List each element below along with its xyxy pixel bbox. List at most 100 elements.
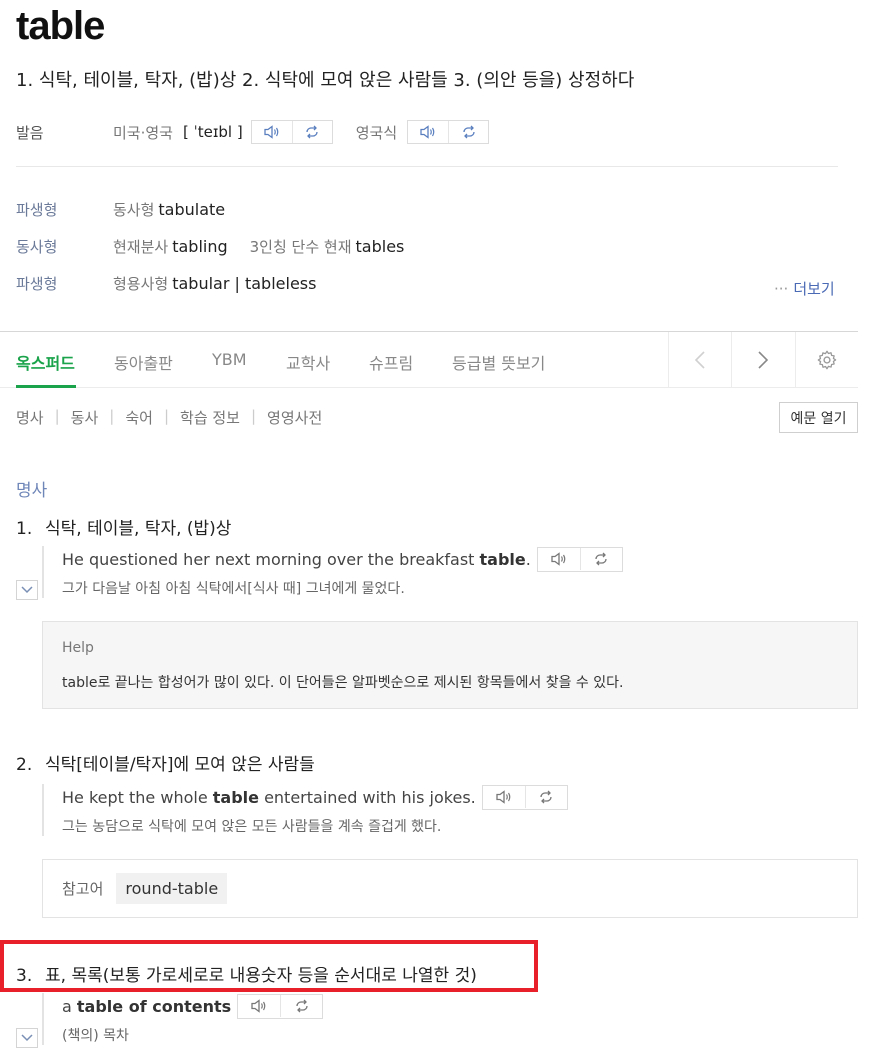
reference-box: 참고어 round-table [42, 859, 858, 918]
meaning-summary: 1. 식탁, 테이블, 탁자, (밥)상 2. 식탁에 모여 앉은 사람들 3.… [16, 70, 635, 91]
reference-label: 참고어 [62, 880, 104, 898]
example-keyword: table [212, 787, 259, 807]
chevron-down-icon [21, 1034, 33, 1042]
divider [16, 166, 838, 167]
repeat-pronunciation-button[interactable] [291, 121, 332, 143]
section-nav-idiom[interactable]: 숙어 [125, 407, 153, 428]
tab-level-meaning[interactable]: 등급별 뜻보기 [452, 350, 545, 374]
repeat-icon [462, 125, 475, 139]
form-link-tabling[interactable]: tabling [172, 237, 227, 256]
repeat-british-button[interactable] [448, 121, 488, 143]
separator: | [163, 407, 170, 425]
sense-2: 2. 식탁[테이블/탁자]에 모여 앉은 사람들 [16, 750, 315, 775]
form-label: 동사형 [16, 238, 58, 256]
form-label: 파생형 [16, 275, 58, 293]
example-translation: 그는 농담으로 식탁에 모여 앉은 모든 사람들을 계속 즐겁게 했다. [62, 819, 442, 835]
settings-button[interactable] [795, 332, 858, 388]
tab-kyohaksa[interactable]: 교학사 [286, 350, 330, 374]
repeat-icon [540, 790, 552, 804]
example-text: He kept the whole [62, 787, 213, 807]
british-label: 영국식 [355, 123, 398, 142]
sense-number: 2. [16, 755, 33, 775]
form-row-derivative-verb: 파생형 동사형 tabulate [16, 199, 225, 220]
example-3: a table of contents (책의) 목차 [42, 993, 324, 1045]
repeat-example-button[interactable] [579, 548, 622, 570]
separator: | [250, 407, 257, 425]
tab-oxford[interactable]: 옥스퍼드 [16, 350, 75, 374]
sense-number: 1. [16, 519, 33, 539]
form-type: 현재분사 [113, 238, 169, 256]
form-type: 3인칭 단수 현재 [249, 238, 352, 256]
reference-link[interactable]: round-table [116, 873, 228, 904]
us-audio-controls [250, 120, 333, 144]
play-example-button[interactable] [538, 548, 580, 570]
form-link-tabular[interactable]: tabular | tableless [172, 274, 316, 293]
pronunciation-label: 발음 [16, 123, 44, 142]
form-link-tables[interactable]: tables [356, 237, 405, 256]
form-row-derivative-adjective: 파생형 형용사형 tabular | tableless [16, 273, 316, 294]
repeat-example-button[interactable] [280, 995, 322, 1017]
play-british-button[interactable] [408, 121, 448, 143]
example-audio-controls [481, 784, 568, 810]
section-nav-verb[interactable]: 동사 [71, 407, 99, 428]
gear-icon [817, 350, 837, 370]
more-link[interactable]: ··· 더보기 [774, 278, 835, 299]
help-title: Help [62, 640, 94, 656]
example-sentence: a table of contents [62, 993, 324, 1019]
section-nav-learning[interactable]: 학습 정보 [180, 407, 240, 428]
speaker-icon [496, 790, 511, 804]
play-pronunciation-button[interactable] [252, 121, 292, 143]
example-text: a [62, 996, 77, 1016]
tab-donga[interactable]: 동아출판 [114, 350, 173, 374]
headword: table [16, 4, 105, 48]
form-label: 파생형 [16, 201, 58, 219]
form-link-tabulate[interactable]: tabulate [158, 200, 225, 219]
example-translation: (책의) 목차 [62, 1028, 129, 1044]
play-example-button[interactable] [483, 786, 525, 808]
tab-ybm[interactable]: YBM [212, 350, 247, 369]
separator: | [54, 407, 60, 425]
repeat-icon [296, 999, 308, 1013]
speaker-icon [551, 552, 566, 566]
repeat-icon [595, 552, 608, 566]
open-examples-button[interactable]: 예문 열기 [779, 402, 858, 433]
speaker-icon [420, 125, 435, 139]
expand-examples-toggle[interactable] [16, 1028, 38, 1048]
form-type: 동사형 [113, 201, 155, 219]
highlight-box [0, 940, 538, 992]
form-row-verb: 동사형 현재분사 tabling 3인칭 단수 현재 tables [16, 236, 404, 257]
play-example-button[interactable] [238, 995, 280, 1017]
us-uk-label: 미국·영국 [113, 123, 173, 142]
repeat-example-button[interactable] [524, 786, 567, 808]
example-sentence: He questioned her next morning over the … [62, 546, 623, 572]
example-audio-controls [536, 546, 623, 572]
repeat-icon [306, 125, 318, 139]
example-text-end: entertained with his jokes. [258, 787, 476, 807]
separator: | [109, 407, 115, 425]
chevron-right-icon [758, 351, 769, 369]
chevron-left-icon [694, 351, 705, 369]
pronunciation-row: 발음 미국·영국 [ ˈteɪbl ] 영국식 [16, 119, 490, 145]
speaker-icon [251, 999, 266, 1013]
ipa-text: [ ˈteɪbl ] [182, 123, 243, 141]
active-tab-underline [16, 385, 76, 388]
section-nav: 명사 | 동사 | 숙어 | 학습 정보 | 영영사전 [16, 407, 333, 428]
more-label: 더보기 [793, 280, 835, 298]
example-text-end: . [525, 549, 531, 569]
help-text: table로 끝나는 합성어가 많이 있다. 이 단어들은 알파벳순으로 제시된… [62, 675, 624, 691]
tab-supreme[interactable]: 슈프림 [369, 350, 413, 374]
prev-tab-button[interactable] [668, 332, 731, 388]
help-box: Help table로 끝나는 합성어가 많이 있다. 이 단어들은 알파벳순으… [42, 621, 858, 709]
next-tab-button[interactable] [731, 332, 794, 388]
section-nav-noun[interactable]: 명사 [16, 407, 44, 428]
example-1: He questioned her next morning over the … [42, 546, 623, 598]
example-translation: 그가 다음날 아침 아침 식탁에서[식사 때] 그녀에게 물었다. [62, 581, 405, 597]
sense-1: 1. 식탁, 테이블, 탁자, (밥)상 [16, 514, 231, 539]
chevron-down-icon [21, 586, 33, 594]
example-keyword: table of contents [76, 996, 232, 1016]
section-nav-english[interactable]: 영영사전 [267, 407, 322, 428]
expand-examples-toggle[interactable] [16, 580, 38, 600]
sense-text: 식탁, 테이블, 탁자, (밥)상 [45, 519, 232, 539]
example-keyword: table [479, 549, 526, 569]
dictionary-tabs: 옥스퍼드 동아출판 YBM 교학사 슈프림 등급별 뜻보기 [0, 331, 858, 388]
